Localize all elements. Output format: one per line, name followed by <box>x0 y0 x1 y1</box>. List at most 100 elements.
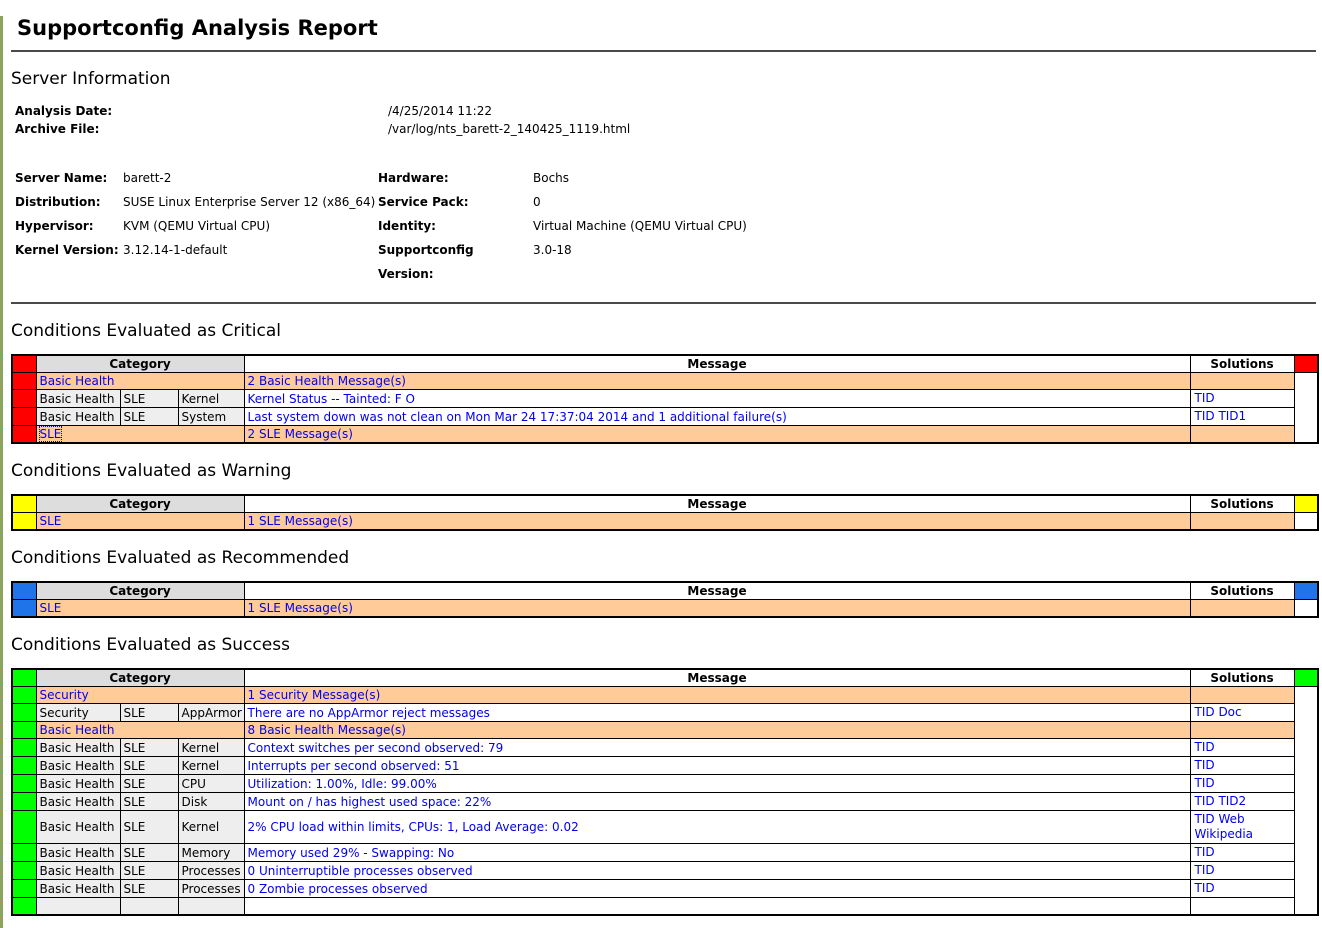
message-link[interactable]: 2% CPU load within limits, CPUs: 1, Load… <box>248 820 579 834</box>
category-cell: SLE <box>36 426 244 444</box>
table-row: SLE 1 SLE Message(s) <box>12 513 1318 531</box>
solution-link[interactable]: TID <box>1195 845 1215 859</box>
category-cell: SLE <box>120 390 178 408</box>
severity-marker <box>12 880 36 898</box>
table-header-row: CategoryMessageSolutions <box>12 355 1318 373</box>
solutions-cell <box>1190 426 1294 444</box>
message-link[interactable]: 2 SLE Message(s) <box>248 427 353 441</box>
message-link[interactable]: 0 Zombie processes observed <box>248 882 428 896</box>
severity-marker <box>12 669 36 687</box>
field-label: Hypervisor: <box>15 214 123 238</box>
solutions-cell: TID <box>1190 862 1294 880</box>
severity-marker <box>12 775 36 793</box>
table-row: Basic Health 8 Basic Health Message(s) <box>12 722 1318 739</box>
message-link[interactable]: Last system down was not clean on Mon Ma… <box>248 410 787 424</box>
solutions-cell: TID TID1 <box>1190 408 1294 426</box>
condition-sections: Conditions Evaluated as CriticalCategory… <box>11 321 1316 916</box>
table-row: Basic HealthSLESystemLast system down wa… <box>12 408 1318 426</box>
column-header-solutions: Solutions <box>1190 669 1294 687</box>
message-cell: 2 SLE Message(s) <box>244 426 1190 444</box>
field-value: 3.0-18 <box>533 238 1316 286</box>
solution-link[interactable]: TID <box>1195 881 1215 895</box>
message-link[interactable]: Interrupts per second observed: 51 <box>248 759 460 773</box>
solution-link[interactable]: Doc <box>1218 705 1241 719</box>
severity-marker <box>12 408 36 426</box>
table-header-row: CategoryMessageSolutions <box>12 495 1318 513</box>
severity-marker <box>1294 582 1318 600</box>
solutions-cell <box>1190 600 1294 618</box>
category-link[interactable]: Basic Health <box>40 723 115 737</box>
category-cell: Kernel <box>178 757 244 775</box>
message-cell: Context switches per second observed: 79 <box>244 739 1190 757</box>
category-link[interactable]: Security <box>40 688 89 702</box>
message-link[interactable]: 2 Basic Health Message(s) <box>248 374 406 388</box>
severity-marker <box>12 757 36 775</box>
column-header-category: Category <box>36 669 244 687</box>
solution-link[interactable]: TID <box>1195 863 1215 877</box>
field-label: Hardware: <box>378 166 533 190</box>
category-link[interactable]: SLE <box>40 601 62 615</box>
table-row: SLE 1 SLE Message(s) <box>12 600 1318 618</box>
info-row-kernel-version: Kernel Version: 3.12.14-1-default Suppor… <box>15 238 1316 286</box>
message-cell: Last system down was not clean on Mon Ma… <box>244 408 1190 426</box>
message-link[interactable]: There are no AppArmor reject messages <box>248 706 490 720</box>
message-link[interactable]: Mount on / has highest used space: 22% <box>248 795 492 809</box>
field-label: Archive File: <box>15 120 388 138</box>
table-row: Basic HealthSLEMemoryMemory used 29% - S… <box>12 844 1318 862</box>
category-cell: Basic Health <box>36 862 120 880</box>
solution-link[interactable]: TID <box>1195 740 1215 754</box>
severity-marker <box>1294 495 1318 513</box>
solution-link[interactable]: TID <box>1195 812 1215 826</box>
solution-link[interactable]: TID <box>1195 776 1215 790</box>
category-cell: Security <box>36 704 120 722</box>
solution-link[interactable]: TID2 <box>1218 794 1246 808</box>
solution-link[interactable]: TID <box>1195 794 1215 808</box>
category-cell: Basic Health <box>36 775 120 793</box>
category-cell: System <box>178 408 244 426</box>
table-row: SecuritySLEAppArmorThere are no AppArmor… <box>12 704 1318 722</box>
solution-link[interactable]: TID <box>1195 758 1215 772</box>
category-link[interactable]: SLE <box>40 427 62 441</box>
message-link[interactable]: 0 Uninterruptible processes observed <box>248 864 473 878</box>
category-cell: CPU <box>178 775 244 793</box>
severity-marker <box>12 355 36 373</box>
table-row: Basic HealthSLECPU Utilization: 1.00%, Id… <box>12 775 1318 793</box>
solution-link[interactable]: TID1 <box>1218 409 1246 423</box>
message-cell: 1 SLE Message(s) <box>244 600 1190 618</box>
message-link[interactable]: 1 SLE Message(s) <box>248 514 353 528</box>
solution-link[interactable]: TID <box>1195 409 1215 423</box>
message-link[interactable]: Memory used 29% - Swapping: No <box>248 846 455 860</box>
category-cell: Processes <box>178 862 244 880</box>
page-title: Supportconfig Analysis Report <box>17 16 1316 40</box>
message-link[interactable]: Kernel Status -- Tainted: F O <box>248 392 415 406</box>
severity-marker <box>12 373 36 390</box>
category-link[interactable]: Basic Health <box>40 374 115 388</box>
severity-marker <box>12 687 36 704</box>
conditions-table-critical: CategoryMessageSolutionsBasic Health2 Ba… <box>11 354 1319 444</box>
message-link[interactable]: Utilization: 1.00%, Idle: 99.00% <box>248 777 437 791</box>
solutions-cell <box>1190 513 1294 531</box>
category-cell: SLE <box>120 775 178 793</box>
column-header-message: Message <box>244 355 1190 373</box>
category-cell: SLE <box>120 862 178 880</box>
message-link[interactable]: 8 Basic Health Message(s) <box>248 723 406 737</box>
severity-marker <box>12 793 36 811</box>
category-cell: Basic Health <box>36 408 120 426</box>
message-link[interactable]: 1 Security Message(s) <box>248 688 381 702</box>
severity-marker <box>12 495 36 513</box>
category-cell: Basic Health <box>36 739 120 757</box>
solution-link[interactable]: Web <box>1218 812 1244 826</box>
message-cell: 0 Zombie processes observed <box>244 880 1190 898</box>
category-cell: Security <box>36 687 244 704</box>
category-cell: Basic Health <box>36 793 120 811</box>
column-header-solutions: Solutions <box>1190 495 1294 513</box>
field-label: Supportconfig Version: <box>378 238 533 286</box>
solution-link[interactable]: Wikipedia <box>1195 827 1254 841</box>
severity-marker <box>12 844 36 862</box>
solution-link[interactable]: TID <box>1195 391 1215 405</box>
category-link[interactable]: SLE <box>40 514 62 528</box>
message-link[interactable]: 1 SLE Message(s) <box>248 601 353 615</box>
message-link[interactable]: Context switches per second observed: 79 <box>248 741 504 755</box>
category-cell: Basic Health <box>36 722 244 739</box>
solution-link[interactable]: TID <box>1195 705 1215 719</box>
